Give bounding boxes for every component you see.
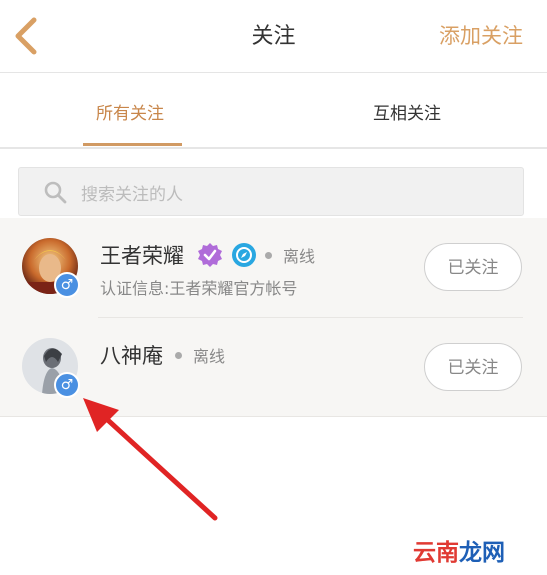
search-icon [44, 181, 67, 204]
active-tab-indicator [83, 143, 182, 146]
status-dot [175, 352, 182, 359]
add-follow-button[interactable]: 添加关注 [439, 20, 523, 50]
online-status: 离线 [193, 347, 226, 366]
user-name[interactable]: 八神庵 [100, 340, 163, 370]
followed-button[interactable]: 已关注 [424, 243, 522, 291]
tab-bar: 所有关注 互相关注 [0, 73, 547, 149]
status-dot [265, 252, 272, 259]
following-list: ♂ 王者荣耀 离线 认证信息:王者荣耀官方帐号 已关注 ♂ 八神庵 离线 已关注 [0, 218, 547, 416]
search-placeholder: 搜索关注的人 [81, 185, 183, 205]
red-arrow-annotation [83, 398, 218, 521]
tab-mutual-following[interactable]: 互相关注 [373, 99, 441, 124]
online-status: 离线 [283, 247, 316, 266]
search-input[interactable]: 搜索关注的人 [18, 167, 524, 216]
tab-all-following[interactable]: 所有关注 [96, 99, 164, 124]
gender-male-icon: ♂ [54, 272, 80, 298]
top-bar: 关注 添加关注 [0, 0, 547, 73]
watermark-logo: 云南龙网 [413, 540, 505, 566]
certification-info: 认证信息:王者荣耀官方帐号 [100, 279, 298, 298]
followed-button[interactable]: 已关注 [424, 343, 522, 391]
compass-badge-icon [232, 243, 256, 267]
verified-badge-icon [198, 243, 222, 267]
list-item[interactable]: ♂ 王者荣耀 离线 认证信息:王者荣耀官方帐号 已关注 [0, 218, 547, 318]
user-name[interactable]: 王者荣耀 [100, 240, 184, 270]
